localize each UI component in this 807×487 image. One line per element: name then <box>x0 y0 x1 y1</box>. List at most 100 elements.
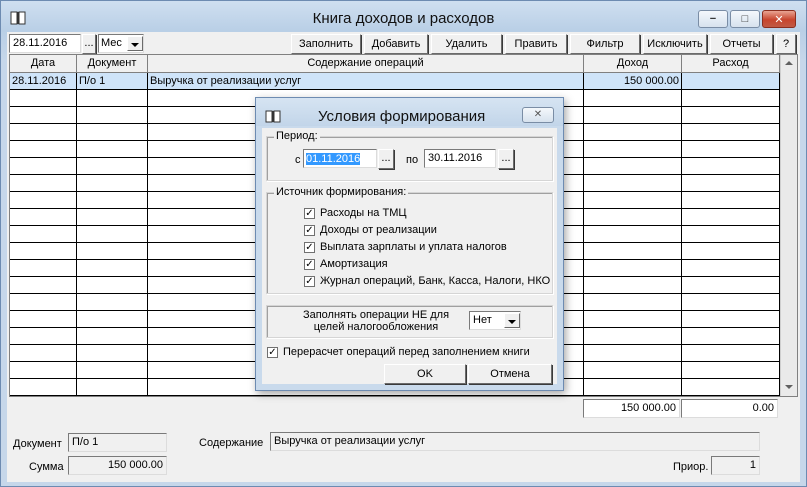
empty-cell[interactable] <box>77 277 148 294</box>
empty-cell[interactable] <box>584 226 682 243</box>
empty-cell[interactable] <box>682 209 780 226</box>
empty-cell[interactable] <box>77 345 148 362</box>
empty-cell[interactable] <box>77 243 148 260</box>
empty-cell[interactable] <box>682 345 780 362</box>
empty-cell[interactable] <box>584 175 682 192</box>
dialog-close-button[interactable]: ✕ <box>522 107 554 123</box>
content-field[interactable]: Выручка от реализации услуг <box>270 432 760 451</box>
empty-cell[interactable] <box>77 311 148 328</box>
empty-cell[interactable] <box>584 90 682 107</box>
empty-cell[interactable] <box>77 175 148 192</box>
empty-cell[interactable] <box>10 141 77 158</box>
empty-cell[interactable] <box>584 209 682 226</box>
empty-cell[interactable] <box>10 209 77 226</box>
empty-cell[interactable] <box>77 328 148 345</box>
empty-cell[interactable] <box>584 379 682 396</box>
fill-button[interactable]: Заполнить <box>291 34 361 54</box>
help-button[interactable]: ? <box>776 34 796 54</box>
date-field[interactable]: 28.11.2016 <box>9 34 81 53</box>
empty-cell[interactable] <box>584 311 682 328</box>
empty-cell[interactable] <box>10 107 77 124</box>
empty-cell[interactable] <box>584 260 682 277</box>
empty-cell[interactable] <box>682 226 780 243</box>
col-header-income[interactable]: Доход <box>584 55 682 73</box>
empty-cell[interactable] <box>682 311 780 328</box>
vertical-scrollbar[interactable] <box>780 55 797 396</box>
col-header-date[interactable]: Дата <box>10 55 77 73</box>
empty-cell[interactable] <box>682 107 780 124</box>
empty-cell[interactable] <box>584 294 682 311</box>
period-dropdown-arrow[interactable] <box>127 36 143 51</box>
empty-cell[interactable] <box>10 243 77 260</box>
empty-cell[interactable] <box>10 379 77 396</box>
minimize-button[interactable]: − <box>698 10 728 28</box>
empty-cell[interactable] <box>682 141 780 158</box>
empty-cell[interactable] <box>584 328 682 345</box>
reports-button[interactable]: Отчеты <box>710 34 773 54</box>
empty-cell[interactable] <box>682 124 780 141</box>
empty-cell[interactable] <box>77 141 148 158</box>
empty-cell[interactable] <box>10 90 77 107</box>
empty-cell[interactable] <box>682 260 780 277</box>
edit-button[interactable]: Править <box>505 34 567 54</box>
empty-cell[interactable] <box>682 294 780 311</box>
empty-cell[interactable] <box>10 260 77 277</box>
empty-cell[interactable] <box>682 328 780 345</box>
empty-cell[interactable] <box>584 362 682 379</box>
empty-cell[interactable] <box>682 277 780 294</box>
non-tax-dropdown-arrow[interactable] <box>504 313 520 328</box>
empty-cell[interactable] <box>77 226 148 243</box>
title-bar[interactable]: Книга доходов и расходов − □ ✕ <box>1 1 806 33</box>
scroll-down-icon[interactable] <box>781 379 797 396</box>
empty-cell[interactable] <box>10 345 77 362</box>
date-browse-button[interactable]: ... <box>82 34 96 54</box>
cancel-button[interactable]: Отмена <box>468 364 552 384</box>
empty-cell[interactable] <box>10 328 77 345</box>
filter-button[interactable]: Фильтр <box>570 34 640 54</box>
empty-cell[interactable] <box>584 107 682 124</box>
empty-cell[interactable] <box>10 226 77 243</box>
empty-cell[interactable] <box>682 192 780 209</box>
empty-cell[interactable] <box>10 192 77 209</box>
empty-cell[interactable] <box>682 379 780 396</box>
empty-cell[interactable] <box>10 294 77 311</box>
from-date-field[interactable]: 01.11.2016 <box>303 149 377 168</box>
empty-cell[interactable] <box>77 90 148 107</box>
col-header-content[interactable]: Содержание операций <box>148 55 584 73</box>
delete-button[interactable]: Удалить <box>431 34 502 54</box>
empty-cell[interactable] <box>77 158 148 175</box>
ok-button[interactable]: OK <box>384 364 466 384</box>
to-date-field[interactable]: 30.11.2016 <box>424 149 496 168</box>
empty-cell[interactable] <box>682 243 780 260</box>
empty-cell[interactable] <box>584 243 682 260</box>
empty-cell[interactable] <box>77 294 148 311</box>
empty-cell[interactable] <box>584 192 682 209</box>
empty-cell[interactable] <box>10 158 77 175</box>
sum-field[interactable]: 150 000.00 <box>68 456 167 475</box>
col-header-document[interactable]: Документ <box>77 55 148 73</box>
empty-cell[interactable] <box>10 124 77 141</box>
empty-cell[interactable] <box>10 175 77 192</box>
empty-cell[interactable] <box>682 158 780 175</box>
empty-cell[interactable] <box>584 158 682 175</box>
empty-cell[interactable] <box>77 260 148 277</box>
document-field[interactable]: П/о 1 <box>68 433 167 452</box>
exclude-button[interactable]: Исключить <box>643 34 707 54</box>
empty-cell[interactable] <box>77 124 148 141</box>
close-button[interactable]: ✕ <box>762 10 796 28</box>
scroll-up-icon[interactable] <box>781 55 797 72</box>
empty-cell[interactable] <box>10 311 77 328</box>
empty-cell[interactable] <box>77 379 148 396</box>
empty-cell[interactable] <box>77 192 148 209</box>
empty-cell[interactable] <box>682 362 780 379</box>
add-button[interactable]: Добавить <box>364 34 428 54</box>
empty-cell[interactable] <box>584 141 682 158</box>
maximize-button[interactable]: □ <box>730 10 760 28</box>
empty-cell[interactable] <box>584 345 682 362</box>
priority-field[interactable]: 1 <box>711 456 760 475</box>
empty-cell[interactable] <box>10 362 77 379</box>
to-date-browse-button[interactable]: ... <box>498 149 514 169</box>
col-header-expense[interactable]: Расход <box>682 55 780 73</box>
empty-cell[interactable] <box>682 175 780 192</box>
empty-cell[interactable] <box>584 124 682 141</box>
